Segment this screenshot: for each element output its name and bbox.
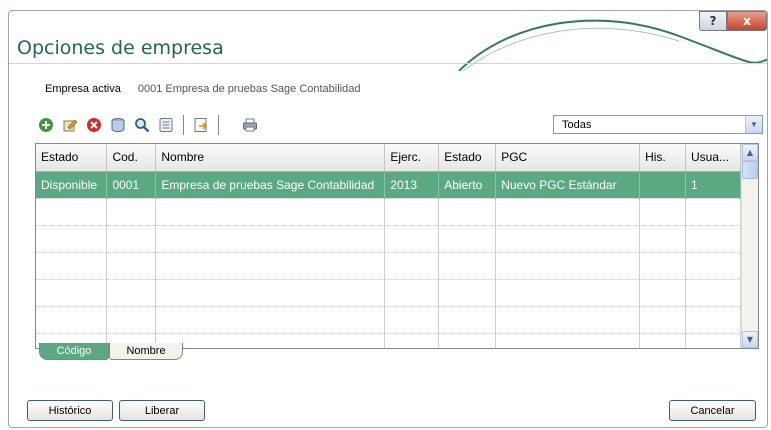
title-divider (9, 63, 767, 64)
column-header-estado-ejercicio[interactable]: Estado (438, 144, 497, 172)
cell-ejerc: 2013 (384, 171, 440, 199)
column-header-cod[interactable]: Cod. (106, 144, 157, 172)
vertical-scrollbar[interactable]: ▲ ▼ (741, 144, 758, 348)
edit-icon[interactable] (61, 116, 79, 134)
toolbar-separator (218, 115, 219, 135)
delete-icon[interactable] (85, 116, 103, 134)
title-bar: Opciones de empresa ? x (9, 11, 767, 71)
filter-dropdown-value: Todas (562, 119, 592, 131)
scroll-thumb[interactable] (742, 161, 758, 179)
cell-usuarios: 1 (685, 171, 742, 199)
chevron-down-icon[interactable]: ▼ (745, 116, 762, 133)
empty-row[interactable] (36, 306, 742, 334)
liberar-button[interactable]: Liberar (119, 400, 205, 421)
cell-pgc: Nuevo PGC Estándar (495, 171, 641, 199)
help-button[interactable]: ? (699, 11, 727, 31)
column-header-nombre[interactable]: Nombre (155, 144, 386, 172)
table-header: Estado Cod. Nombre Ejerc. Estado PGC His… (36, 144, 742, 172)
companies-table: Estado Cod. Nombre Ejerc. Estado PGC His… (35, 143, 759, 349)
column-header-ejerc[interactable]: Ejerc. (384, 144, 440, 172)
companies-grid: Estado Cod. Nombre Ejerc. Estado PGC His… (36, 144, 742, 348)
tab-nombre[interactable]: Nombre (109, 343, 183, 360)
cell-estado: Disponible (36, 171, 108, 199)
window-title: Opciones de empresa (17, 37, 224, 59)
empty-row[interactable] (36, 252, 742, 280)
column-header-usuarios[interactable]: Usua... (685, 144, 742, 172)
options-window: Opciones de empresa ? x Empresa activa 0… (8, 10, 768, 428)
column-header-his[interactable]: His. (639, 144, 686, 172)
close-button[interactable]: x (727, 11, 767, 31)
empty-row[interactable] (36, 198, 742, 226)
empty-row[interactable] (36, 225, 742, 253)
column-header-pgc[interactable]: PGC (495, 144, 641, 172)
search-icon[interactable] (133, 116, 151, 134)
list-icon[interactable] (157, 116, 175, 134)
empty-row[interactable] (36, 279, 742, 307)
filter-dropdown[interactable]: Todas ▼ (553, 115, 763, 134)
historico-button[interactable]: Histórico (27, 400, 113, 421)
tab-codigo[interactable]: Código (39, 343, 109, 360)
column-header-estado[interactable]: Estado (36, 144, 108, 172)
export-icon[interactable] (192, 116, 210, 134)
cancel-button[interactable]: Cancelar (669, 400, 756, 421)
table-row[interactable]: Disponible 0001 Empresa de pruebas Sage … (36, 171, 742, 199)
active-company-row: Empresa activa 0001 Empresa de pruebas S… (45, 83, 360, 95)
toolbar-separator (183, 115, 184, 135)
add-icon[interactable] (37, 116, 55, 134)
toolbar (37, 113, 259, 137)
active-company-label: Empresa activa (45, 83, 121, 95)
active-company-value: 0001 Empresa de pruebas Sage Contabilida… (137, 83, 361, 95)
scroll-up-icon[interactable]: ▲ (742, 144, 758, 161)
cell-cod: 0001 (106, 171, 157, 199)
print-icon[interactable] (241, 116, 259, 134)
scroll-down-icon[interactable]: ▼ (742, 331, 758, 348)
cell-nombre: Empresa de pruebas Sage Contabilidad (155, 171, 386, 199)
cell-estado-ejercicio: Abierto (438, 171, 497, 199)
cell-his (639, 171, 686, 199)
database-icon[interactable] (109, 116, 127, 134)
